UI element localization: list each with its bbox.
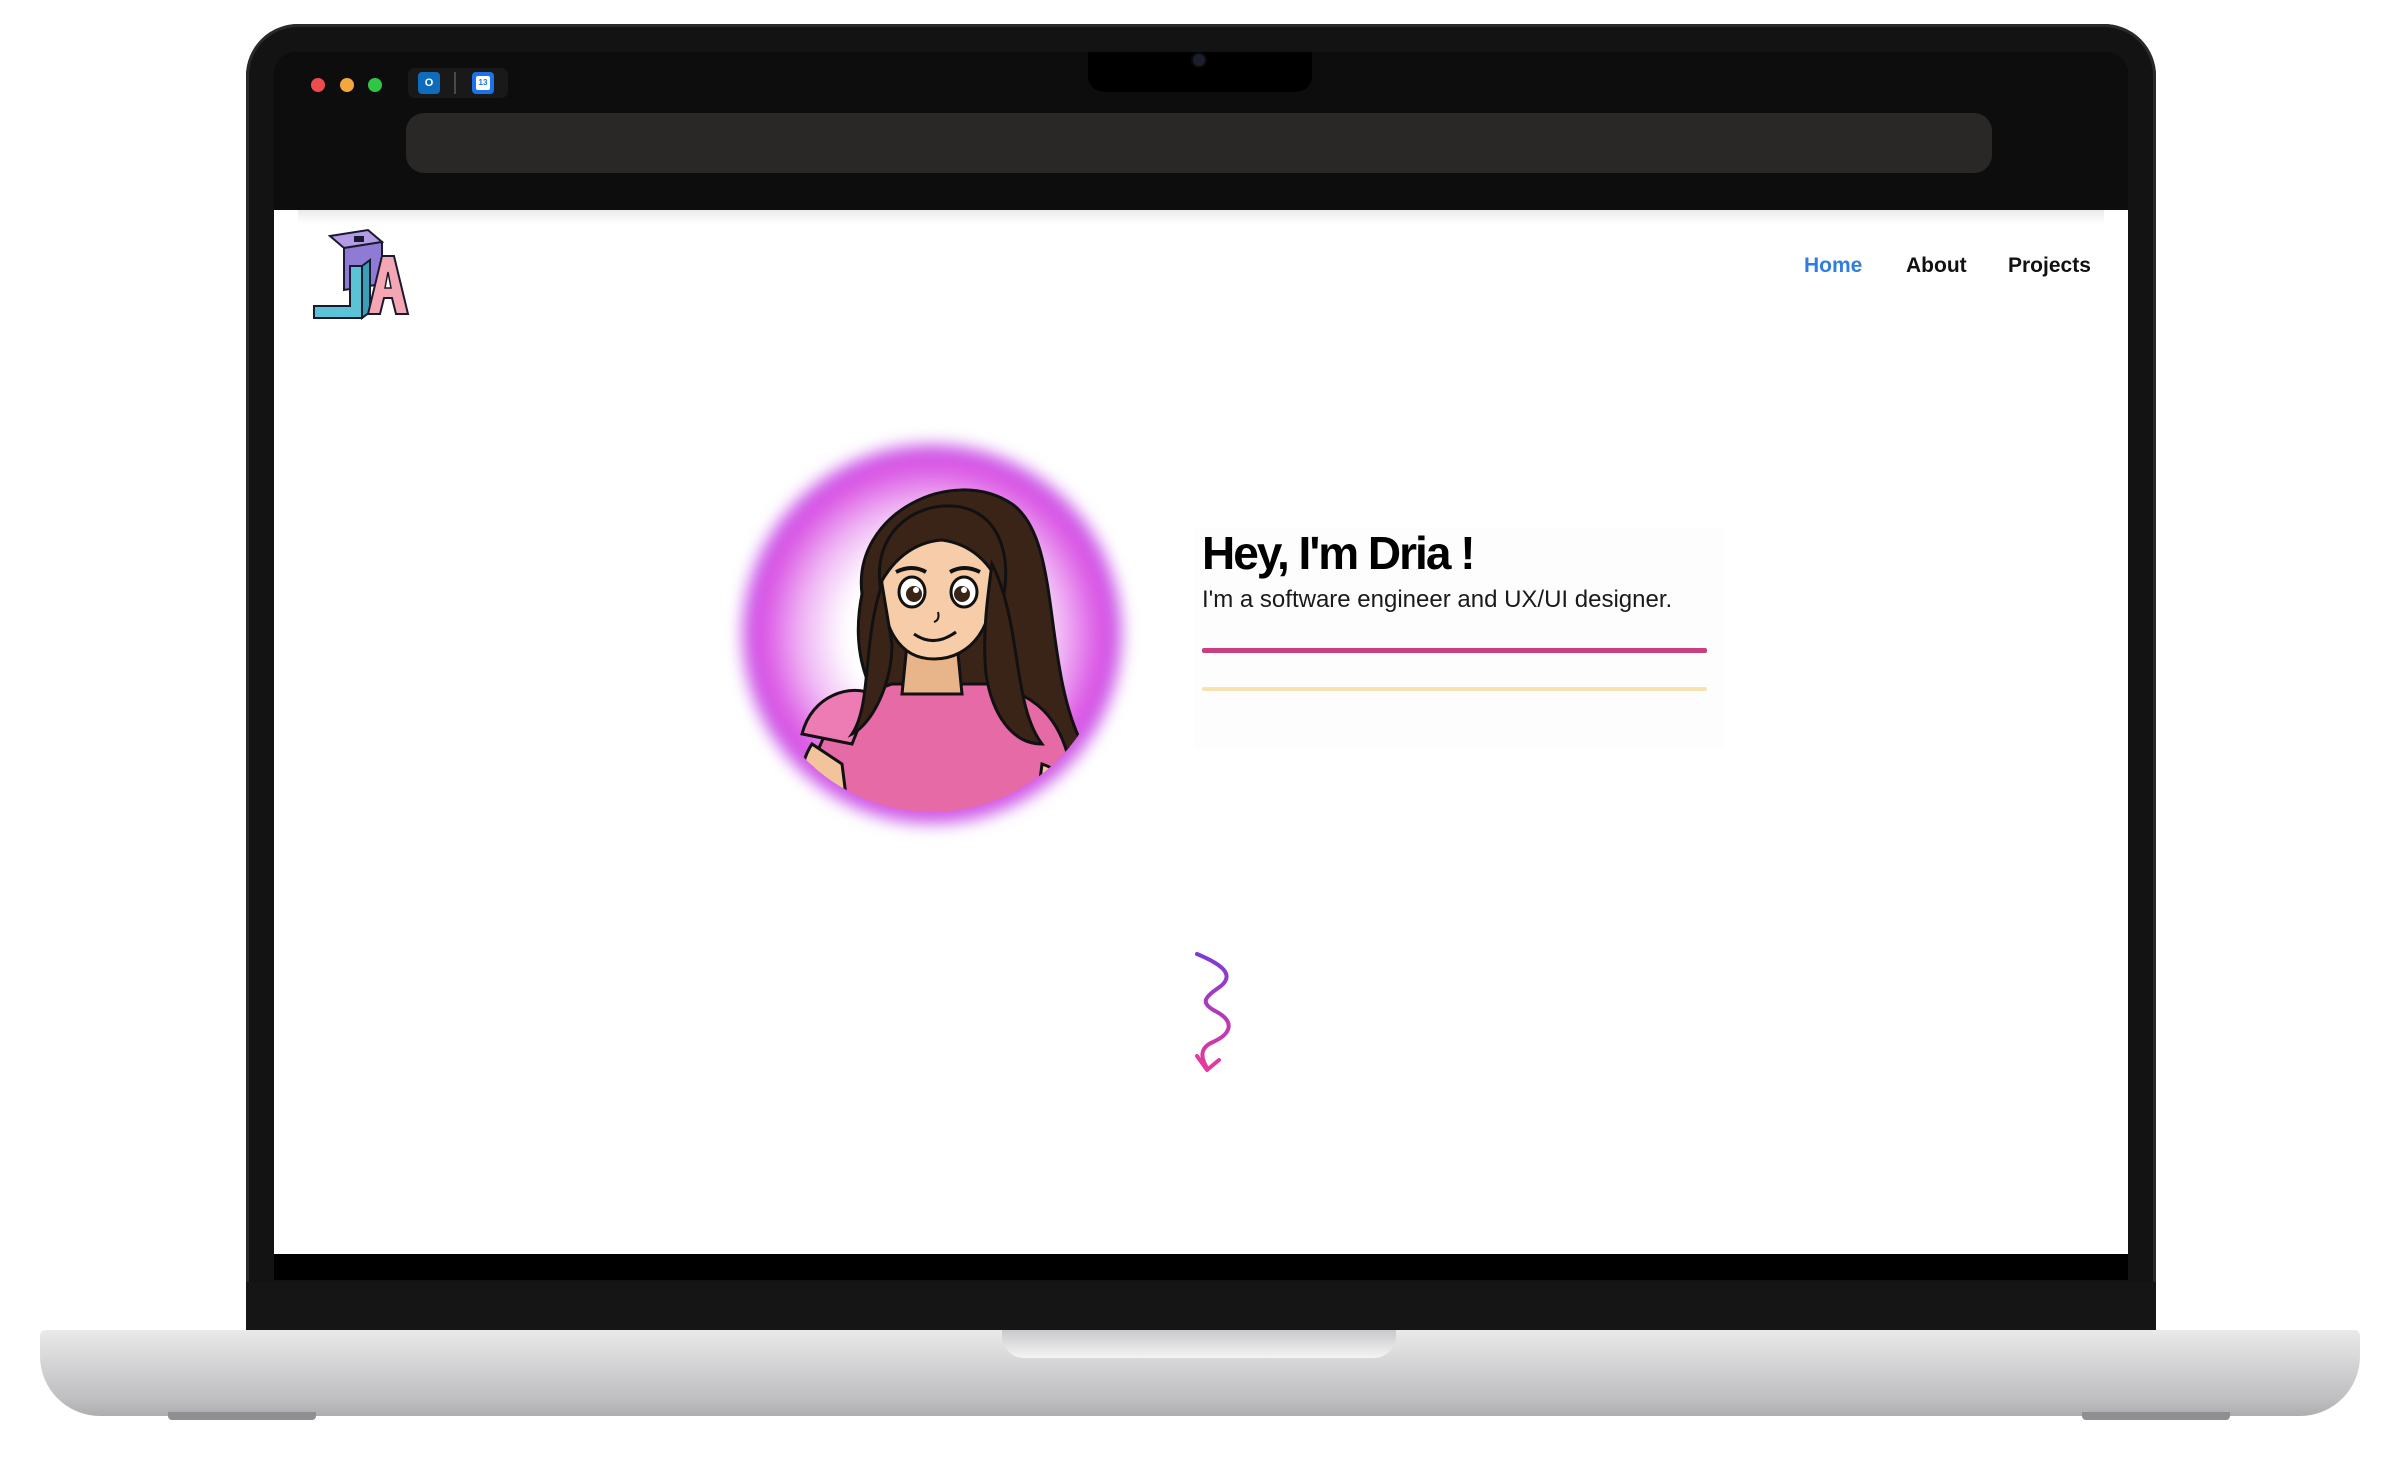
maximize-window-button[interactable] bbox=[368, 78, 382, 92]
address-bar[interactable] bbox=[406, 113, 1992, 173]
minimize-window-button[interactable] bbox=[340, 78, 354, 92]
nav-projects[interactable]: Projects bbox=[2008, 254, 2091, 278]
accent-rule-gold bbox=[1202, 687, 1707, 691]
outlook-icon[interactable]: O bbox=[418, 72, 440, 94]
website-viewport: Home About Projects Hey, I'm Dria ! I'm … bbox=[274, 210, 2128, 1254]
profile-avatar bbox=[742, 444, 1122, 824]
outlook-glyph: O bbox=[424, 77, 434, 89]
hero-headline: Hey, I'm Dria ! bbox=[1202, 527, 1476, 579]
nav-home[interactable]: Home bbox=[1804, 254, 1862, 278]
close-window-button[interactable] bbox=[311, 78, 325, 92]
laptop-foot-right bbox=[2082, 1412, 2230, 1420]
calendar-date: 13 bbox=[476, 76, 490, 90]
header-shadow bbox=[298, 210, 2104, 224]
webcam-icon bbox=[1193, 54, 1205, 66]
accent-rule-pink bbox=[1202, 648, 1707, 653]
logo-icon[interactable] bbox=[310, 226, 414, 326]
laptop-hinge bbox=[1002, 1330, 1396, 1358]
laptop-foot-left bbox=[168, 1412, 316, 1420]
keyboard-deck-edge bbox=[246, 1282, 2156, 1334]
nav-about[interactable]: About bbox=[1906, 254, 1967, 278]
hero-subtitle: I'm a software engineer and UX/UI design… bbox=[1202, 586, 1673, 613]
tab-divider bbox=[454, 72, 456, 94]
calendar-icon[interactable]: 13 bbox=[472, 72, 494, 94]
squiggle-arrow-down-icon[interactable] bbox=[1191, 950, 1237, 1074]
avatar-illustration bbox=[799, 488, 1085, 812]
